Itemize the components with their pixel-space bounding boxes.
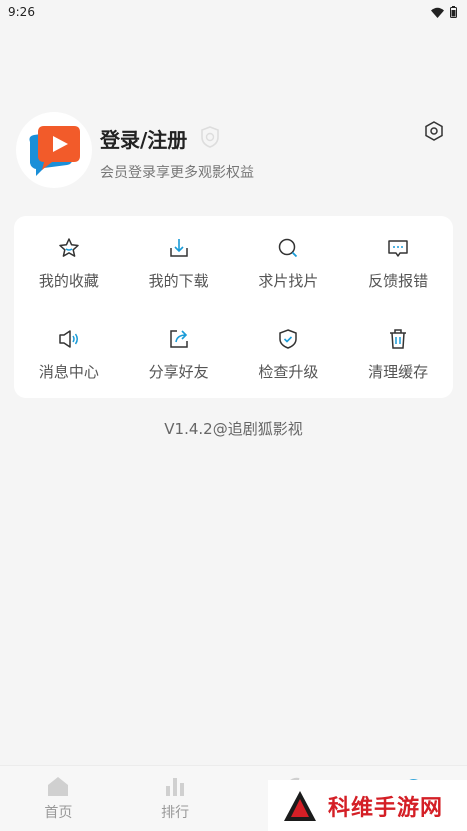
- tab-home[interactable]: 首页: [0, 766, 117, 831]
- menu-item-feedback[interactable]: 反馈报错: [343, 216, 453, 307]
- settings-icon[interactable]: [423, 120, 445, 142]
- avatar[interactable]: [16, 112, 92, 188]
- wifi-icon: [431, 7, 444, 18]
- star-icon: [59, 238, 79, 257]
- home-icon: [48, 777, 69, 796]
- status-icons: [431, 6, 457, 18]
- watermark-overlay: 科维手游网: [268, 780, 467, 831]
- menu-label: 检查升级: [258, 363, 319, 381]
- menu-label: 求片找片: [258, 272, 319, 290]
- menu-item-messages[interactable]: 消息中心: [14, 307, 124, 398]
- menu-item-update[interactable]: 检查升级: [234, 307, 344, 398]
- ranking-icon: [166, 778, 185, 796]
- watermark-text: 科维手游网: [328, 795, 444, 821]
- status-time: 9:26: [8, 5, 35, 19]
- share-icon: [169, 330, 188, 348]
- trash-icon: [390, 329, 407, 349]
- login-subtitle: 会员登录享更多观影权益: [100, 165, 254, 181]
- menu-card: 我的收藏 我的下载 求片找片 反馈报错 消息中心 分享好友 检查升级 清理缓存: [14, 216, 453, 398]
- watermark-logo-icon: [284, 790, 316, 821]
- menu-item-favorites[interactable]: 我的收藏: [14, 216, 124, 307]
- speaker-icon: [59, 330, 78, 348]
- menu-label: 反馈报错: [368, 272, 429, 290]
- menu-item-downloads[interactable]: 我的下载: [124, 216, 234, 307]
- profile-header[interactable]: 登录/注册 会员登录享更多观影权益: [16, 112, 451, 192]
- version-text: V1.4.2@追剧狐影视: [164, 420, 303, 438]
- tab-label: 排行: [161, 805, 190, 821]
- menu-item-request[interactable]: 求片找片: [234, 216, 344, 307]
- search-icon: [279, 238, 298, 258]
- tab-ranking[interactable]: 排行: [117, 766, 234, 831]
- menu-label: 我的收藏: [38, 272, 99, 290]
- app-logo-icon: [29, 126, 80, 176]
- feedback-icon: [388, 240, 408, 257]
- tab-label: 首页: [44, 805, 73, 821]
- menu-item-share[interactable]: 分享好友: [124, 307, 234, 398]
- menu-label: 分享好友: [148, 363, 209, 381]
- menu-label: 清理缓存: [368, 363, 429, 381]
- menu-item-clear-cache[interactable]: 清理缓存: [343, 307, 453, 398]
- login-register-title[interactable]: 登录/注册: [100, 124, 187, 153]
- menu-label: 我的下载: [148, 272, 209, 290]
- status-bar: 9:26: [0, 0, 467, 24]
- battery-icon: [450, 6, 457, 18]
- shield-check-icon: [279, 329, 298, 349]
- vip-badge-icon: [201, 126, 219, 148]
- menu-label: 消息中心: [38, 363, 99, 381]
- download-icon: [169, 239, 188, 257]
